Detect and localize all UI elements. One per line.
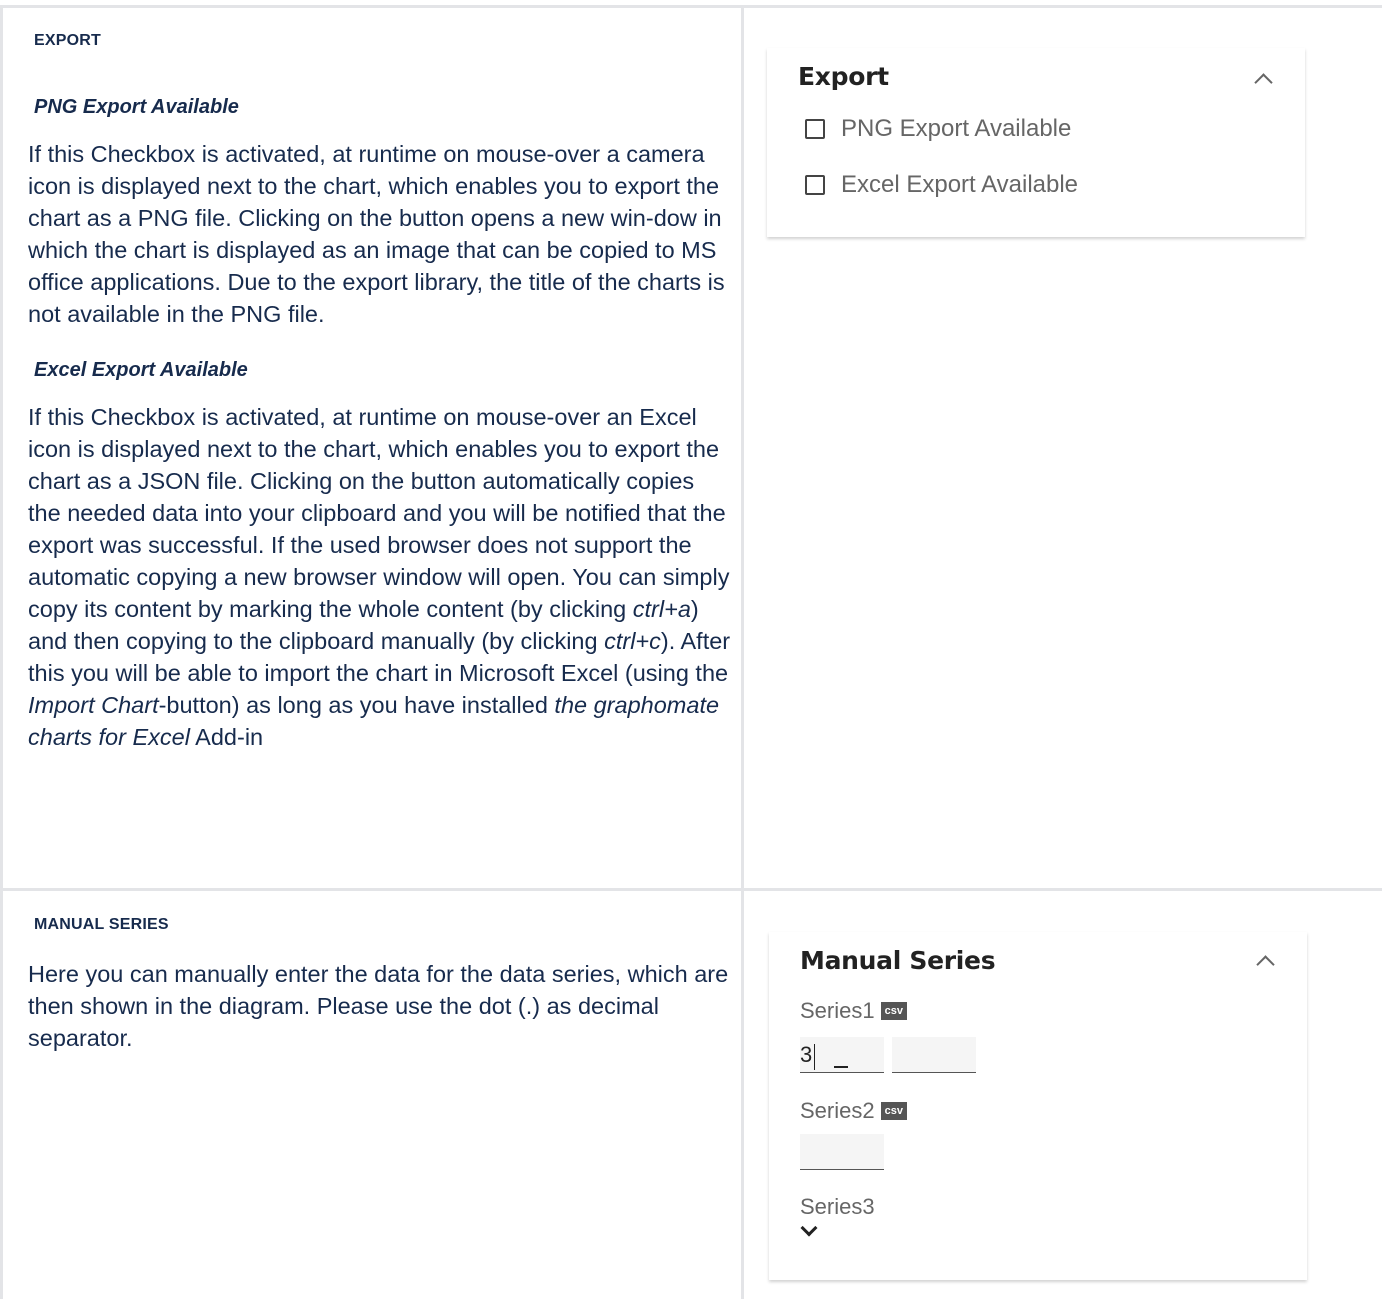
section-heading-manual-series: MANUAL SERIES (34, 916, 169, 933)
text-caret (814, 1044, 815, 1070)
table-border-top (0, 5, 1382, 8)
export-description: EXPORT PNG Export Available If this Chec… (28, 32, 733, 753)
excel-text-4: -button) as long as you have installed (158, 692, 555, 718)
png-export-checkbox[interactable] (805, 119, 825, 139)
series1-value1-input[interactable]: 3 (800, 1037, 884, 1073)
manual-series-description: MANUAL SERIES Here you can manually ente… (28, 916, 733, 1054)
series2-value1-input[interactable] (800, 1134, 884, 1170)
png-export-heading: PNG Export Available (34, 96, 239, 118)
excel-export-heading: Excel Export Available (34, 359, 248, 381)
excel-export-option-label: Excel Export Available (841, 171, 1079, 198)
chevron-up-icon[interactable] (1254, 73, 1273, 92)
series1-name: Series1 (800, 998, 875, 1023)
document-table: EXPORT PNG Export Available If this Chec… (0, 0, 1382, 1299)
table-border-center (741, 5, 744, 1299)
series1-value2-input[interactable] (892, 1037, 976, 1073)
export-panel: Export PNG Export Available Excel Export… (767, 48, 1305, 237)
png-export-option[interactable]: PNG Export Available (805, 115, 1071, 143)
series2-name: Series2 (800, 1098, 875, 1123)
table-border-left (0, 5, 3, 1299)
series1-label: Series1 csv (800, 998, 907, 1024)
excel-export-paragraph: If this Checkbox is activated, at runtim… (28, 401, 733, 753)
import-chart-text: Import Chart (28, 692, 159, 718)
series1-value1-text: 3 (800, 1042, 813, 1067)
manual-series-panel-title: Manual Series (800, 946, 996, 975)
excel-text-1: If this Checkbox is activated, at runtim… (28, 404, 730, 622)
excel-export-checkbox[interactable] (805, 175, 825, 195)
series1-csv-button[interactable]: csv (880, 1002, 907, 1020)
png-export-option-label: PNG Export Available (841, 115, 1072, 142)
png-export-paragraph: If this Checkbox is activated, at runtim… (28, 141, 725, 327)
chevron-down-icon[interactable] (800, 1219, 818, 1237)
export-panel-title: Export (798, 62, 889, 91)
ctrl-c-text: ctrl+c (604, 628, 661, 654)
series3-name: Series3 (800, 1194, 875, 1219)
manual-series-panel: Manual Series Series1 csv 3 Series2 csv … (769, 932, 1307, 1280)
chevron-up-icon[interactable] (1256, 955, 1275, 974)
series3-label: Series3 (800, 1194, 875, 1220)
ctrl-a-text: ctrl+a (632, 596, 691, 622)
series2-label: Series2 csv (800, 1098, 907, 1124)
section-heading-export: EXPORT (34, 32, 101, 49)
manual-series-paragraph: Here you can manually enter the data for… (28, 961, 729, 1051)
excel-text-5: Add-in (189, 724, 264, 750)
placeholder-underscore (834, 1066, 848, 1068)
table-border-middle (0, 888, 1382, 891)
series2-csv-button[interactable]: csv (880, 1102, 907, 1120)
excel-export-option[interactable]: Excel Export Available (805, 171, 1078, 199)
